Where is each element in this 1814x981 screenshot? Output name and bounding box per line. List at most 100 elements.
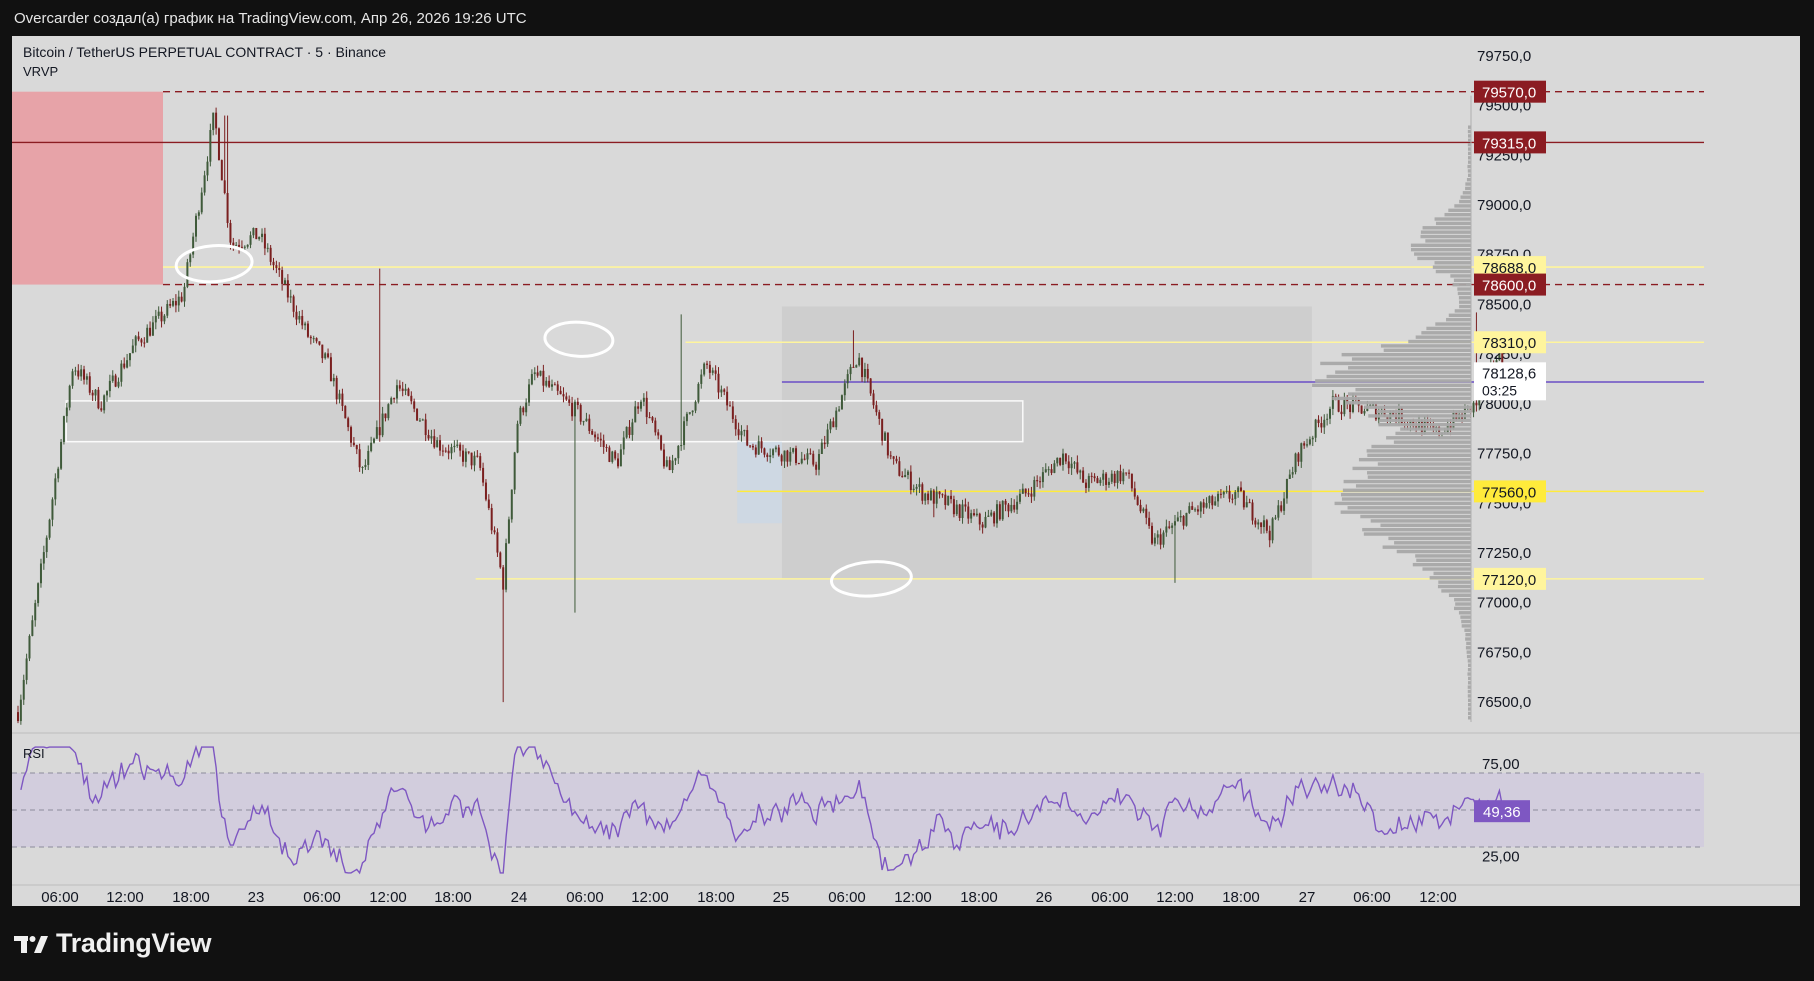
candle[interactable] [235,244,238,246]
candle[interactable] [74,370,77,372]
candle[interactable] [530,374,533,385]
candle[interactable] [1162,532,1165,545]
candle[interactable] [1128,472,1131,474]
candle[interactable] [146,327,149,343]
candle[interactable] [1113,473,1116,483]
candle[interactable] [249,235,252,245]
candle[interactable] [252,227,255,236]
candle[interactable] [100,408,103,411]
candle[interactable] [1234,492,1237,500]
candle[interactable] [329,357,332,382]
candle[interactable] [1280,505,1283,511]
candle[interactable] [657,432,660,436]
candle[interactable] [243,246,246,248]
candle[interactable] [973,513,976,516]
candle[interactable] [433,436,436,448]
candle[interactable] [855,365,858,368]
candle[interactable] [904,474,907,478]
candle[interactable] [769,455,772,458]
candle[interactable] [180,296,183,302]
candle[interactable] [120,363,123,382]
candle[interactable] [734,419,737,430]
candle[interactable] [958,504,961,519]
candle[interactable] [65,407,68,417]
candle[interactable] [869,378,872,394]
candle[interactable] [1251,502,1254,521]
candle[interactable] [410,395,413,402]
candle[interactable] [929,490,932,501]
candle[interactable] [631,422,634,435]
candle[interactable] [519,407,522,424]
candle[interactable] [688,412,691,414]
candle[interactable] [1363,410,1366,414]
candle[interactable] [372,438,375,443]
candle[interactable] [169,303,172,306]
candle[interactable] [812,453,815,465]
candle[interactable] [499,552,502,568]
candle[interactable] [1142,508,1145,512]
candle[interactable] [591,430,594,435]
candle[interactable] [1159,534,1162,545]
candle[interactable] [711,370,714,373]
candle[interactable] [48,519,51,538]
candle[interactable] [743,430,746,432]
candle[interactable] [355,445,358,450]
candle[interactable] [1306,444,1309,446]
candle[interactable] [1102,473,1105,480]
candle[interactable] [450,447,453,454]
candle[interactable] [881,418,884,441]
candle[interactable] [160,311,163,322]
candle[interactable] [789,451,792,462]
candle[interactable] [691,410,694,413]
candle[interactable] [83,369,86,380]
candle[interactable] [80,369,83,377]
candle[interactable] [895,458,898,462]
candle[interactable] [16,712,20,722]
candle[interactable] [37,583,40,604]
candle[interactable] [347,418,350,428]
candle[interactable] [1024,488,1027,494]
candle[interactable] [884,432,887,441]
candle[interactable] [1007,504,1010,512]
candle[interactable] [754,447,757,455]
candle[interactable] [321,344,324,359]
candle[interactable] [1044,469,1047,473]
candle[interactable] [111,375,114,381]
candle[interactable] [1225,490,1228,492]
candle[interactable] [952,499,955,515]
candle[interactable] [565,396,568,400]
candle[interactable] [301,315,304,326]
candle[interactable] [932,490,935,504]
candle[interactable] [416,408,419,421]
candle[interactable] [459,444,462,451]
candle[interactable] [720,389,723,393]
candle[interactable] [1168,526,1171,528]
candle[interactable] [1257,522,1260,525]
candle[interactable] [826,429,829,445]
candle[interactable] [364,464,367,467]
candle[interactable] [332,377,335,382]
candle[interactable] [1277,505,1280,518]
candle[interactable] [585,418,588,422]
candle[interactable] [817,453,820,470]
candle[interactable] [608,447,611,462]
candle[interactable] [944,494,947,506]
candle[interactable] [286,280,289,298]
candle[interactable] [525,402,528,413]
candle[interactable] [964,504,967,507]
candle[interactable] [760,441,763,449]
candle[interactable] [878,412,881,419]
candle[interactable] [1156,534,1159,538]
candle[interactable] [1119,470,1122,482]
candle[interactable] [1228,490,1231,499]
candle[interactable] [780,455,783,462]
candle[interactable] [361,466,364,468]
candle[interactable] [1217,493,1220,502]
candle[interactable] [961,504,964,519]
candle[interactable] [91,392,94,396]
candle[interactable] [292,296,295,312]
candle[interactable] [223,180,226,194]
candle[interactable] [1050,469,1053,473]
candle[interactable] [835,410,838,428]
candle[interactable] [728,405,731,407]
